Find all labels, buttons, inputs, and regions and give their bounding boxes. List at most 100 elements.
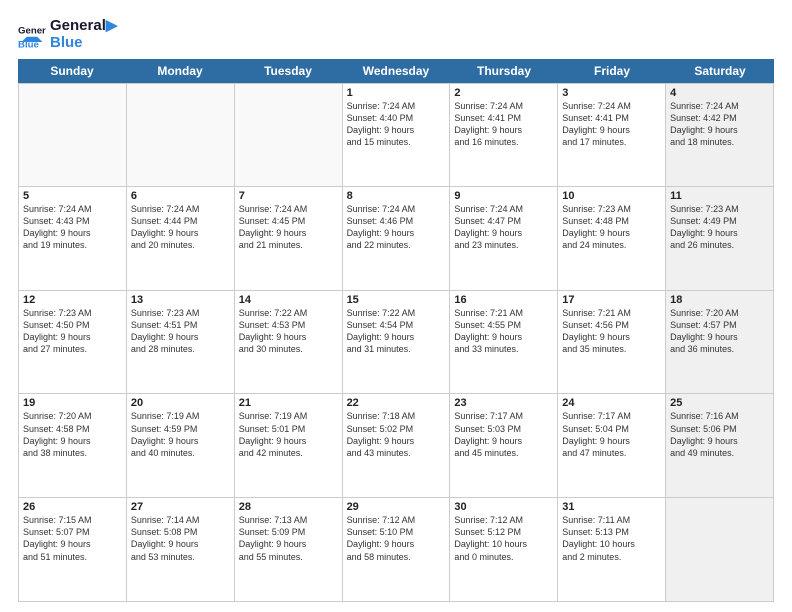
day-number: 3 <box>562 87 661 99</box>
calendar-week-5: 26Sunrise: 7:15 AM Sunset: 5:07 PM Dayli… <box>18 498 774 602</box>
day-info: Sunrise: 7:23 AM Sunset: 4:50 PM Dayligh… <box>23 307 122 356</box>
calendar-day-25: 25Sunrise: 7:16 AM Sunset: 5:06 PM Dayli… <box>666 394 774 498</box>
calendar-week-3: 12Sunrise: 7:23 AM Sunset: 4:50 PM Dayli… <box>18 291 774 395</box>
calendar-day-21: 21Sunrise: 7:19 AM Sunset: 5:01 PM Dayli… <box>235 394 343 498</box>
day-info: Sunrise: 7:20 AM Sunset: 4:58 PM Dayligh… <box>23 410 122 459</box>
day-number: 17 <box>562 294 661 306</box>
calendar-day-13: 13Sunrise: 7:23 AM Sunset: 4:51 PM Dayli… <box>127 291 235 395</box>
day-info: Sunrise: 7:19 AM Sunset: 5:01 PM Dayligh… <box>239 410 338 459</box>
calendar-day-15: 15Sunrise: 7:22 AM Sunset: 4:54 PM Dayli… <box>343 291 451 395</box>
page: General Blue General▶ Blue SundayMondayT… <box>0 0 792 612</box>
svg-text:General: General <box>18 25 46 36</box>
day-number: 8 <box>347 190 446 202</box>
calendar-day-empty <box>19 83 127 187</box>
day-info: Sunrise: 7:24 AM Sunset: 4:40 PM Dayligh… <box>347 100 446 149</box>
day-number: 11 <box>670 190 769 202</box>
day-number: 14 <box>239 294 338 306</box>
calendar-day-2: 2Sunrise: 7:24 AM Sunset: 4:41 PM Daylig… <box>450 83 558 187</box>
day-number: 9 <box>454 190 553 202</box>
day-info: Sunrise: 7:11 AM Sunset: 5:13 PM Dayligh… <box>562 514 661 563</box>
day-number: 30 <box>454 501 553 513</box>
day-info: Sunrise: 7:24 AM Sunset: 4:45 PM Dayligh… <box>239 203 338 252</box>
calendar-day-3: 3Sunrise: 7:24 AM Sunset: 4:41 PM Daylig… <box>558 83 666 187</box>
calendar-day-6: 6Sunrise: 7:24 AM Sunset: 4:44 PM Daylig… <box>127 187 235 291</box>
day-number: 29 <box>347 501 446 513</box>
day-info: Sunrise: 7:24 AM Sunset: 4:41 PM Dayligh… <box>454 100 553 149</box>
calendar-day-29: 29Sunrise: 7:12 AM Sunset: 5:10 PM Dayli… <box>343 498 451 602</box>
day-number: 25 <box>670 397 769 409</box>
calendar-body: 1Sunrise: 7:24 AM Sunset: 4:40 PM Daylig… <box>18 83 774 602</box>
day-info: Sunrise: 7:23 AM Sunset: 4:48 PM Dayligh… <box>562 203 661 252</box>
logo-wordmark: General▶ Blue <box>50 18 117 51</box>
calendar-day-7: 7Sunrise: 7:24 AM Sunset: 4:45 PM Daylig… <box>235 187 343 291</box>
calendar-day-22: 22Sunrise: 7:18 AM Sunset: 5:02 PM Dayli… <box>343 394 451 498</box>
day-number: 19 <box>23 397 122 409</box>
svg-text:Blue: Blue <box>18 39 39 49</box>
day-number: 16 <box>454 294 553 306</box>
header: General Blue General▶ Blue <box>18 18 774 51</box>
calendar-day-14: 14Sunrise: 7:22 AM Sunset: 4:53 PM Dayli… <box>235 291 343 395</box>
weekday-header-sunday: Sunday <box>18 59 126 83</box>
day-info: Sunrise: 7:20 AM Sunset: 4:57 PM Dayligh… <box>670 307 769 356</box>
day-number: 20 <box>131 397 230 409</box>
day-info: Sunrise: 7:24 AM Sunset: 4:47 PM Dayligh… <box>454 203 553 252</box>
day-number: 22 <box>347 397 446 409</box>
calendar: SundayMondayTuesdayWednesdayThursdayFrid… <box>18 59 774 602</box>
calendar-day-4: 4Sunrise: 7:24 AM Sunset: 4:42 PM Daylig… <box>666 83 774 187</box>
calendar-day-empty <box>666 498 774 602</box>
day-number: 31 <box>562 501 661 513</box>
day-number: 12 <box>23 294 122 306</box>
calendar-week-2: 5Sunrise: 7:24 AM Sunset: 4:43 PM Daylig… <box>18 187 774 291</box>
day-number: 28 <box>239 501 338 513</box>
day-info: Sunrise: 7:24 AM Sunset: 4:43 PM Dayligh… <box>23 203 122 252</box>
calendar-day-5: 5Sunrise: 7:24 AM Sunset: 4:43 PM Daylig… <box>19 187 127 291</box>
calendar-day-24: 24Sunrise: 7:17 AM Sunset: 5:04 PM Dayli… <box>558 394 666 498</box>
logo-icon: General Blue <box>18 21 46 49</box>
day-number: 26 <box>23 501 122 513</box>
calendar-day-18: 18Sunrise: 7:20 AM Sunset: 4:57 PM Dayli… <box>666 291 774 395</box>
day-number: 15 <box>347 294 446 306</box>
day-info: Sunrise: 7:17 AM Sunset: 5:04 PM Dayligh… <box>562 410 661 459</box>
weekday-header-saturday: Saturday <box>666 59 774 83</box>
day-info: Sunrise: 7:19 AM Sunset: 4:59 PM Dayligh… <box>131 410 230 459</box>
day-info: Sunrise: 7:24 AM Sunset: 4:41 PM Dayligh… <box>562 100 661 149</box>
day-number: 10 <box>562 190 661 202</box>
day-info: Sunrise: 7:15 AM Sunset: 5:07 PM Dayligh… <box>23 514 122 563</box>
calendar-day-1: 1Sunrise: 7:24 AM Sunset: 4:40 PM Daylig… <box>343 83 451 187</box>
day-number: 18 <box>670 294 769 306</box>
day-info: Sunrise: 7:12 AM Sunset: 5:10 PM Dayligh… <box>347 514 446 563</box>
weekday-header-thursday: Thursday <box>450 59 558 83</box>
calendar-day-26: 26Sunrise: 7:15 AM Sunset: 5:07 PM Dayli… <box>19 498 127 602</box>
calendar-day-20: 20Sunrise: 7:19 AM Sunset: 4:59 PM Dayli… <box>127 394 235 498</box>
calendar-week-4: 19Sunrise: 7:20 AM Sunset: 4:58 PM Dayli… <box>18 394 774 498</box>
day-number: 27 <box>131 501 230 513</box>
day-info: Sunrise: 7:13 AM Sunset: 5:09 PM Dayligh… <box>239 514 338 563</box>
day-number: 1 <box>347 87 446 99</box>
day-info: Sunrise: 7:16 AM Sunset: 5:06 PM Dayligh… <box>670 410 769 459</box>
day-info: Sunrise: 7:24 AM Sunset: 4:46 PM Dayligh… <box>347 203 446 252</box>
day-number: 6 <box>131 190 230 202</box>
calendar-day-10: 10Sunrise: 7:23 AM Sunset: 4:48 PM Dayli… <box>558 187 666 291</box>
day-info: Sunrise: 7:21 AM Sunset: 4:55 PM Dayligh… <box>454 307 553 356</box>
calendar-day-27: 27Sunrise: 7:14 AM Sunset: 5:08 PM Dayli… <box>127 498 235 602</box>
day-info: Sunrise: 7:14 AM Sunset: 5:08 PM Dayligh… <box>131 514 230 563</box>
day-info: Sunrise: 7:22 AM Sunset: 4:53 PM Dayligh… <box>239 307 338 356</box>
calendar-day-8: 8Sunrise: 7:24 AM Sunset: 4:46 PM Daylig… <box>343 187 451 291</box>
calendar-day-28: 28Sunrise: 7:13 AM Sunset: 5:09 PM Dayli… <box>235 498 343 602</box>
day-number: 5 <box>23 190 122 202</box>
weekday-header-wednesday: Wednesday <box>342 59 450 83</box>
calendar-day-12: 12Sunrise: 7:23 AM Sunset: 4:50 PM Dayli… <box>19 291 127 395</box>
calendar-day-30: 30Sunrise: 7:12 AM Sunset: 5:12 PM Dayli… <box>450 498 558 602</box>
calendar-week-1: 1Sunrise: 7:24 AM Sunset: 4:40 PM Daylig… <box>18 83 774 187</box>
day-info: Sunrise: 7:24 AM Sunset: 4:44 PM Dayligh… <box>131 203 230 252</box>
day-info: Sunrise: 7:21 AM Sunset: 4:56 PM Dayligh… <box>562 307 661 356</box>
calendar-day-11: 11Sunrise: 7:23 AM Sunset: 4:49 PM Dayli… <box>666 187 774 291</box>
weekday-header-friday: Friday <box>558 59 666 83</box>
day-info: Sunrise: 7:22 AM Sunset: 4:54 PM Dayligh… <box>347 307 446 356</box>
calendar-day-17: 17Sunrise: 7:21 AM Sunset: 4:56 PM Dayli… <box>558 291 666 395</box>
day-info: Sunrise: 7:23 AM Sunset: 4:49 PM Dayligh… <box>670 203 769 252</box>
weekday-header-monday: Monday <box>126 59 234 83</box>
calendar-day-empty <box>127 83 235 187</box>
logo: General Blue General▶ Blue <box>18 18 117 51</box>
calendar-header: SundayMondayTuesdayWednesdayThursdayFrid… <box>18 59 774 83</box>
